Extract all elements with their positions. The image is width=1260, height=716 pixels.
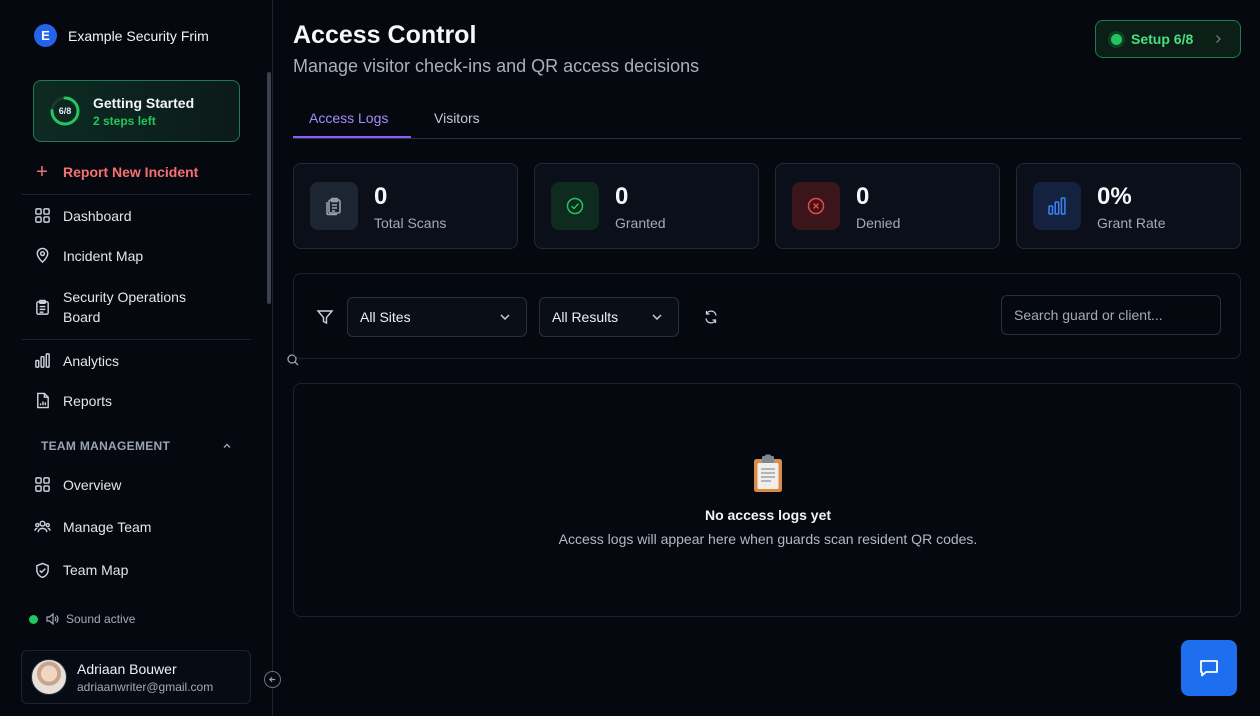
sidebar-item-label: Dashboard <box>63 207 132 224</box>
status-dot <box>1111 33 1122 45</box>
sidebar-item-security-operations-board[interactable]: Security Operations Board <box>34 287 213 327</box>
page-title: Access Control <box>293 21 477 49</box>
user-email: adriaanwriter@gmail.com <box>77 679 214 694</box>
tab-access-logs[interactable]: Access Logs <box>309 110 388 126</box>
sidebar-item-analytics[interactable]: Analytics <box>34 352 119 369</box>
search-input[interactable] <box>1001 295 1221 335</box>
stat-value: 0 <box>615 183 629 210</box>
sidebar-item-label: Analytics <box>63 352 120 369</box>
chevron-up-icon <box>223 443 231 448</box>
progress-ring: 6/8 <box>49 95 81 127</box>
collapse-sidebar-button[interactable] <box>264 671 281 688</box>
getting-started-card[interactable]: 6/8 Getting Started 2 steps left <box>33 80 240 142</box>
site-filter-select[interactable]: All Sites <box>347 297 527 337</box>
user-profile[interactable]: Adriaan Bouwer adriaanwriter@gmail.com <box>21 650 251 704</box>
empty-state-title: No access logs yet <box>704 507 832 523</box>
stat-value: 0% <box>1097 183 1132 210</box>
setup-label: Setup 6/8 <box>1131 31 1194 47</box>
brand[interactable]: E Example Security Frim <box>34 24 209 47</box>
chat-button[interactable] <box>1181 640 1237 696</box>
sidebar-item-dashboard[interactable]: Dashboard <box>34 207 132 224</box>
divider <box>22 339 251 340</box>
bar-chart-icon <box>35 353 50 368</box>
chevron-down-icon <box>652 314 662 320</box>
status-dot <box>29 614 38 624</box>
avatar <box>31 659 67 695</box>
users-icon <box>34 520 51 533</box>
user-name: Adriaan Bouwer <box>77 660 177 677</box>
sidebar-item-overview[interactable]: Overview <box>34 476 121 493</box>
stat-card-grant-rate: 0% Grant Rate <box>1016 163 1241 249</box>
stat-label: Grant Rate <box>1097 215 1166 231</box>
sidebar-item-label: Incident Map <box>63 247 144 264</box>
tab-visitors[interactable]: Visitors <box>434 110 480 126</box>
result-filter-select[interactable]: All Results <box>539 297 679 337</box>
site-filter-value: All Sites <box>360 309 411 325</box>
chat-icon <box>1200 660 1218 677</box>
filter-bar: All Sites All Results <box>293 273 1241 359</box>
refresh-icon[interactable] <box>703 309 719 325</box>
sound-status-label: Sound active <box>66 612 136 626</box>
chevron-down-icon <box>500 314 510 320</box>
sound-status[interactable]: Sound active <box>29 612 135 626</box>
empty-state-subtitle: Access logs will appear here when guards… <box>558 531 978 547</box>
team-management-section-toggle[interactable]: TEAM MANAGEMENT <box>41 439 233 453</box>
section-heading: TEAM MANAGEMENT <box>41 439 171 453</box>
sidebar-item-label: Manage Team <box>63 518 152 535</box>
sidebar-item-incident-map[interactable]: Incident Map <box>34 247 143 264</box>
brand-name: Example Security Frim <box>68 27 209 44</box>
map-pin-icon <box>36 247 49 264</box>
tab-bar: Access Logs Visitors <box>293 100 1241 139</box>
sidebar-item-label: Team Map <box>63 562 129 578</box>
stat-card-total-scans: 0 Total Scans <box>293 163 518 249</box>
shield-check-icon <box>36 562 49 578</box>
clipboard-icon <box>36 299 49 315</box>
sidebar-item-label: Security Operations Board <box>63 289 186 325</box>
file-chart-icon <box>37 392 49 409</box>
grid-icon <box>35 477 50 492</box>
clipboard-emoji-icon <box>754 454 782 492</box>
sidebar-item-label: Reports <box>63 392 113 409</box>
page-subtitle: Manage visitor check-ins and QR access d… <box>293 56 700 76</box>
stat-card-denied: 0 Denied <box>775 163 1000 249</box>
getting-started-subtitle: 2 steps left <box>93 113 156 128</box>
bar-chart-icon <box>1033 182 1081 230</box>
grid-icon <box>35 208 50 223</box>
stat-label: Denied <box>856 215 901 231</box>
plus-icon: + <box>36 161 48 183</box>
getting-started-title: Getting Started <box>93 94 195 111</box>
report-new-incident-label: Report New Incident <box>63 164 199 180</box>
stat-card-granted: 0 Granted <box>534 163 759 249</box>
check-circle-icon <box>551 182 599 230</box>
filter-icon[interactable] <box>316 308 334 326</box>
brand-logo: E <box>34 24 57 47</box>
stat-label: Granted <box>615 215 666 231</box>
sidebar-item-label: Overview <box>63 476 122 493</box>
stat-value: 0 <box>856 183 870 210</box>
stat-label: Total Scans <box>374 215 447 231</box>
chevron-right-icon <box>1216 35 1221 43</box>
result-filter-value: All Results <box>552 309 619 325</box>
speaker-icon <box>46 612 59 626</box>
sidebar-item-reports[interactable]: Reports <box>34 392 112 409</box>
report-new-incident-button[interactable]: + Report New Incident <box>34 162 198 182</box>
progress-ring-label: 6/8 <box>58 106 72 116</box>
stat-value: 0 <box>374 183 388 210</box>
arrow-left-icon <box>268 676 276 683</box>
access-logs-empty-state: No access logs yet Access logs will appe… <box>293 383 1241 617</box>
sidebar-item-manage-team[interactable]: Manage Team <box>34 518 151 535</box>
setup-progress-button[interactable]: Setup 6/8 <box>1095 20 1241 58</box>
clipboard-icon <box>310 182 358 230</box>
divider <box>22 194 251 195</box>
active-tab-indicator <box>293 136 411 138</box>
sidebar: E Example Security Frim 6/8 Getting Star… <box>0 0 273 716</box>
x-circle-icon <box>792 182 840 230</box>
sidebar-item-team-map[interactable]: Team Map <box>34 560 128 578</box>
sidebar-scrollbar[interactable] <box>267 72 271 304</box>
